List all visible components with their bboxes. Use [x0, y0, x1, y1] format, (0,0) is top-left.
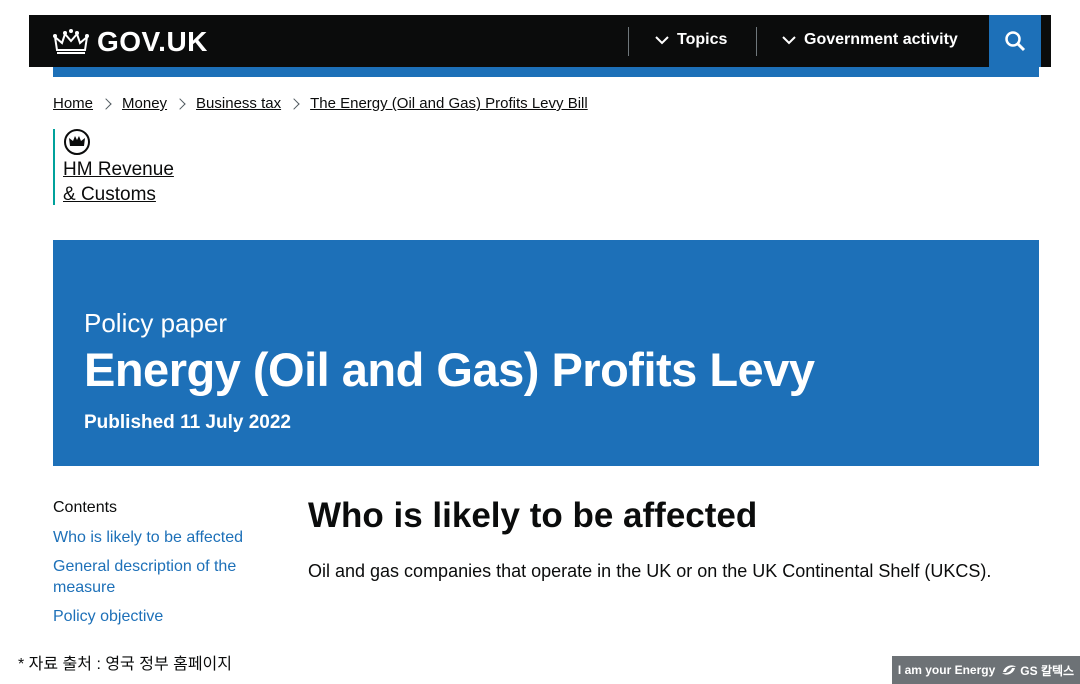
govuk-page: GOV.UK Topics Government activity Home M… — [29, 15, 1051, 635]
breadcrumb-profits-levy-bill[interactable]: The Energy (Oil and Gas) Profits Levy Bi… — [310, 95, 588, 112]
government-activity-menu-button[interactable]: Government activity — [782, 31, 958, 49]
topics-menu-button[interactable]: Topics — [655, 31, 727, 49]
chevron-right-icon — [100, 97, 112, 110]
chevron-down-icon — [782, 36, 796, 45]
contents-link-affected[interactable]: Who is likely to be affected — [53, 527, 263, 548]
govuk-logo[interactable]: GOV.UK — [53, 26, 208, 58]
topics-label: Topics — [677, 31, 728, 48]
page-title: Energy (Oil and Gas) Profits Levy — [84, 343, 815, 396]
royal-crest-icon — [64, 129, 90, 155]
document-type: Policy paper — [84, 308, 228, 338]
government-activity-label: Government activity — [804, 31, 958, 48]
source-note: * 자료 출처 : 영국 정부 홈페이지 — [18, 656, 232, 673]
govuk-logo-text: GOV.UK — [97, 26, 208, 57]
section-paragraph: Oil and gas companies that operate in th… — [308, 561, 992, 581]
contents-heading: Contents — [53, 499, 118, 516]
contents-link-objective[interactable]: Policy objective — [53, 606, 263, 627]
breadcrumb: Home Money Business tax The Energy (Oil … — [53, 95, 588, 112]
chevron-right-icon — [174, 97, 186, 110]
organisation-logo: HM Revenue & Customs — [53, 129, 174, 205]
gs-caltex-badge: I am your Energy GS 칼텍스 — [892, 656, 1080, 684]
breadcrumb-business-tax[interactable]: Business tax — [196, 95, 281, 112]
section-heading: Who is likely to be affected — [308, 496, 758, 535]
search-button[interactable] — [989, 15, 1041, 67]
gs-logo: GS 칼텍스 — [1001, 662, 1074, 679]
breadcrumb-money[interactable]: Money — [122, 95, 167, 112]
header-blue-bar — [53, 67, 1039, 77]
chevron-down-icon — [655, 36, 669, 45]
hmrc-link-line2[interactable]: & Customs — [63, 182, 174, 207]
hmrc-link-line1[interactable]: HM Revenue — [63, 157, 174, 182]
site-header: GOV.UK Topics Government activity — [29, 15, 1051, 67]
contents-link-description[interactable]: General description of the measure — [53, 556, 263, 598]
search-icon — [1005, 31, 1026, 52]
contents-list: Contents Who is likely to be affected Ge… — [53, 499, 263, 635]
nav-divider — [628, 27, 629, 56]
published-date: Published 11 July 2022 — [84, 412, 291, 433]
badge-brand: GS 칼텍스 — [1020, 663, 1075, 678]
gs-swoosh-icon — [1002, 665, 1017, 675]
nav-divider — [756, 27, 757, 56]
chevron-right-icon — [288, 97, 300, 110]
crown-icon — [53, 29, 89, 54]
title-banner: Policy paper Energy (Oil and Gas) Profit… — [53, 240, 1039, 466]
breadcrumb-home[interactable]: Home — [53, 95, 93, 112]
badge-slogan: I am your Energy — [897, 663, 996, 677]
